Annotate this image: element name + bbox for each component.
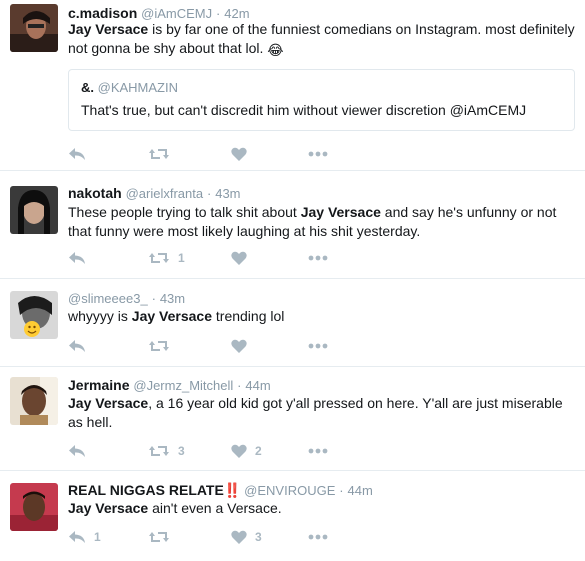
reply-button[interactable] <box>68 336 94 356</box>
user-name[interactable]: Jermaine <box>68 377 129 393</box>
reply-button[interactable] <box>68 248 94 268</box>
avatar[interactable] <box>10 186 58 234</box>
reply-button[interactable]: 1 <box>68 527 101 547</box>
user-handle[interactable]: @Jermz_Mitchell <box>133 378 233 393</box>
like-count: 3 <box>255 530 262 544</box>
like-button[interactable]: 3 <box>231 527 262 547</box>
retweet-icon <box>149 253 169 263</box>
retweet-count: 3 <box>178 444 185 458</box>
more-button[interactable] <box>308 336 328 356</box>
tweet-text: Jay Versace is by far one of the funnies… <box>68 20 578 60</box>
keyword-highlight: Jay Versace <box>68 500 149 516</box>
tweet-3: @slimeeee3_ · 43m whyyyy is Jay Versace … <box>0 279 585 367</box>
user-name[interactable]: nakotah <box>68 185 122 201</box>
reply-icon <box>69 148 85 160</box>
tears-of-joy-emoji-icon: 😂 <box>267 42 284 58</box>
tweet-1: c.madison @iAmCEMJ · 42m Jay Versace is … <box>0 0 585 171</box>
retweet-icon <box>149 532 169 542</box>
retweet-button[interactable] <box>148 144 178 164</box>
more-icon <box>308 534 328 540</box>
user-name[interactable]: c.madison <box>68 5 137 21</box>
separator: · <box>237 378 242 393</box>
tweet-feed: c.madison @iAmCEMJ · 42m Jay Versace is … <box>0 0 585 561</box>
avatar[interactable] <box>10 291 58 339</box>
heart-icon <box>231 147 247 161</box>
quoted-user-handle: @KAHMAZIN <box>97 80 178 95</box>
heart-icon <box>231 530 247 544</box>
like-button[interactable] <box>231 336 255 356</box>
separator: · <box>216 6 221 21</box>
separator: · <box>206 186 212 201</box>
tweet-text: whyyyy is Jay Versace trending lol <box>68 307 578 326</box>
reply-icon <box>69 531 85 543</box>
reply-count: 1 <box>94 530 101 544</box>
reply-icon <box>69 252 85 264</box>
user-name[interactable]: REAL NIGGAS RELATE <box>68 482 224 498</box>
timestamp[interactable]: 43m <box>215 186 240 201</box>
user-handle[interactable]: @iAmCEMJ <box>141 6 212 21</box>
retweet-icon <box>149 149 169 159</box>
heart-icon <box>231 444 247 458</box>
more-icon <box>308 151 328 157</box>
quoted-user-name: &. <box>81 80 94 95</box>
more-button[interactable] <box>308 441 328 461</box>
timestamp[interactable]: 43m <box>160 291 185 306</box>
retweet-button[interactable] <box>148 336 178 356</box>
retweet-icon <box>149 446 169 456</box>
more-button[interactable] <box>308 527 328 547</box>
heart-icon <box>231 339 247 353</box>
more-icon <box>308 343 328 349</box>
tweet-text: Jay Versace, a 16 year old kid got y'all… <box>68 394 578 432</box>
user-handle[interactable]: @ENVIROUGE <box>244 483 335 498</box>
tweet-4: Jermaine @Jermz_Mitchell · 44m Jay Versa… <box>0 367 585 471</box>
keyword-highlight: Jay Versace <box>131 308 212 324</box>
retweet-icon <box>149 341 169 351</box>
separator: · <box>151 291 156 306</box>
avatar[interactable] <box>10 4 58 52</box>
tweet-text: Jay Versace ain't even a Versace. <box>68 499 578 518</box>
tweet-body: ain't even a Versace. <box>148 500 282 516</box>
retweet-count: 1 <box>178 251 185 265</box>
quoted-tweet[interactable]: &. @KAHMAZIN That's true, but can't disc… <box>68 69 575 131</box>
more-icon <box>308 448 328 454</box>
quoted-tweet-text: That's true, but can't discredit him wit… <box>81 102 527 118</box>
user-handle[interactable]: @slimeeee3_ <box>68 291 148 306</box>
timestamp[interactable]: 42m <box>224 6 249 21</box>
double-exclamation-emoji-icon: ‼️ <box>223 482 241 498</box>
tweet-5: REAL NIGGAS RELATE‼️ @ENVIROUGE · 44m Ja… <box>0 471 585 561</box>
tweet-body-start: whyyyy is <box>68 308 132 324</box>
more-icon <box>308 255 328 261</box>
heart-icon <box>231 251 247 265</box>
reply-button[interactable] <box>68 144 94 164</box>
reply-icon <box>69 445 85 457</box>
separator: · <box>339 483 344 498</box>
like-count: 2 <box>255 444 262 458</box>
reply-button[interactable] <box>68 441 94 461</box>
user-handle[interactable]: @arielxfranta <box>126 186 204 201</box>
keyword-highlight: Jay Versace <box>300 204 381 220</box>
tweet-2: nakotah @arielxfranta · 43m These people… <box>0 171 585 279</box>
avatar[interactable] <box>10 483 58 531</box>
retweet-button[interactable]: 3 <box>148 441 185 461</box>
keyword-highlight: Jay Versace <box>68 21 149 37</box>
timestamp[interactable]: 44m <box>245 378 270 393</box>
tweet-body: trending lol <box>212 308 285 324</box>
retweet-button[interactable] <box>148 527 178 547</box>
more-button[interactable] <box>308 144 328 164</box>
avatar[interactable] <box>10 377 58 425</box>
like-button[interactable] <box>231 144 255 164</box>
tweet-body-start: These people trying to talk shit about <box>68 204 301 220</box>
like-button[interactable] <box>231 248 255 268</box>
timestamp[interactable]: 44m <box>348 483 373 498</box>
retweet-button[interactable]: 1 <box>148 248 185 268</box>
tweet-text: These people trying to talk shit about J… <box>68 203 578 241</box>
like-button[interactable]: 2 <box>231 441 262 461</box>
keyword-highlight: Jay Versace <box>68 395 149 411</box>
reply-icon <box>69 340 85 352</box>
more-button[interactable] <box>308 248 328 268</box>
